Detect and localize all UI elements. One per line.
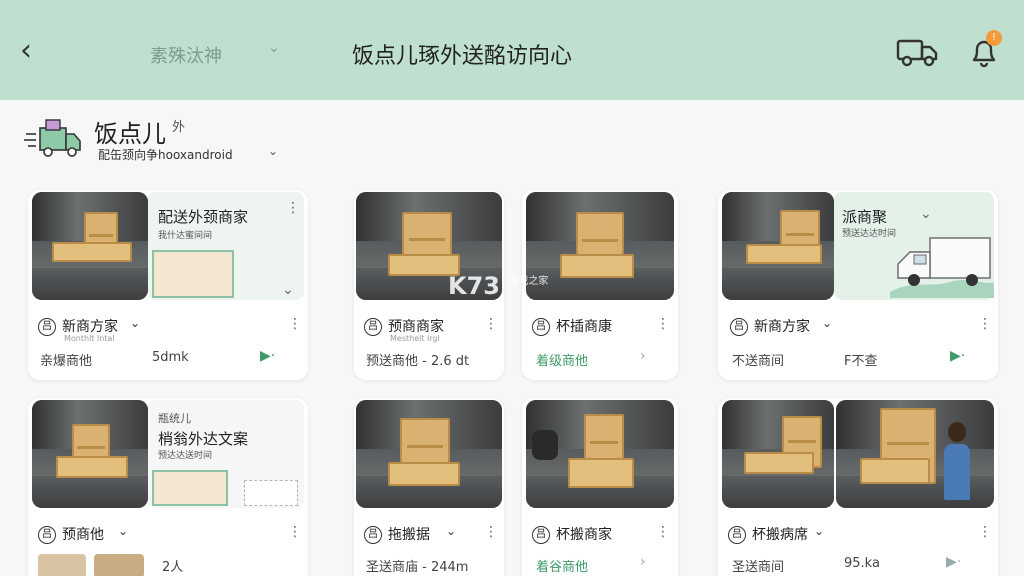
- store-icon: 吕: [364, 526, 382, 544]
- back-button[interactable]: ‹: [20, 36, 48, 68]
- store-photo: [32, 400, 148, 508]
- card-distance: 5dmk: [152, 350, 189, 365]
- arrow-right-icon[interactable]: ▶·: [946, 554, 961, 570]
- store-photo: [836, 400, 994, 508]
- store-icon: 吕: [730, 318, 748, 336]
- more-icon[interactable]: ⋮: [288, 316, 302, 332]
- card-caption: Mesthelt lrgl: [390, 334, 440, 343]
- store-icon: 吕: [728, 526, 746, 544]
- card-meta: 不送商间: [732, 354, 785, 369]
- chevron-down-icon[interactable]: ⌄: [446, 524, 456, 538]
- store-card[interactable]: 吕杯搬商家 ⋮ 着谷商他 ›: [522, 398, 678, 576]
- notification-badge: !: [986, 30, 1002, 46]
- product-thumbnail[interactable]: [38, 554, 86, 576]
- more-icon[interactable]: ⋮: [978, 524, 992, 540]
- promo-title: 梢翁外达文案: [158, 430, 249, 448]
- promo-title: 派商聚: [842, 208, 888, 226]
- chevron-down-icon[interactable]: ⌄: [282, 282, 294, 298]
- card-meta: 着谷商他: [536, 560, 589, 575]
- store-photo: [526, 400, 674, 508]
- location-selector[interactable]: 素殊汰神: [150, 42, 222, 68]
- store-subtitle[interactable]: 配缶颈向争hooxandroid: [98, 146, 233, 163]
- promo-banner[interactable]: 派商聚 ⌄ 预送达达时间: [834, 192, 994, 300]
- more-icon[interactable]: ⋮: [288, 524, 302, 540]
- more-icon[interactable]: ⋮: [484, 524, 498, 540]
- promo-banner[interactable]: 配送外颈商家 我什达蜜间间 ⋮ ⌄: [148, 192, 304, 300]
- card-meta: 预送商他 - 2.6 dt: [366, 354, 470, 369]
- card-title: 吕杯搬病席: [728, 524, 808, 544]
- promo-subtitle: 预达达送时间: [158, 451, 213, 461]
- card-title: 吕新商方家: [38, 316, 118, 336]
- chevron-right-icon[interactable]: ›: [640, 348, 646, 364]
- promo-label: 瓶统儿: [158, 412, 191, 425]
- store-icon: 吕: [532, 526, 550, 544]
- more-icon[interactable]: ⋮: [286, 200, 300, 216]
- chevron-down-icon[interactable]: ⌄: [822, 316, 832, 330]
- store-photo: [722, 192, 834, 300]
- card-title: 吕预商商家: [364, 316, 444, 336]
- chevron-down-icon[interactable]: ⌄: [268, 40, 280, 56]
- card-title: 吕杯搬商家: [532, 524, 612, 544]
- delivery-truck-logo-icon: [24, 116, 84, 164]
- motorbike: [532, 430, 558, 460]
- top-bar: ‹ 素殊汰神 ⌄ 饭点儿琢外送酩访向心 !: [0, 0, 1024, 100]
- store-card[interactable]: 配送外颈商家 我什达蜜间间 ⋮ ⌄ 吕新商方家 ⌄ ⋮ Monthlt lnta…: [28, 190, 308, 380]
- store-card[interactable]: 吕杯搬病席 ⌄ ⋮ 圣送商间 95.ka ▶·: [718, 398, 998, 576]
- store-card[interactable]: 派商聚 ⌄ 预送达达时间 吕新商方家 ⌄ ⋮ 不送商间 F不查 ▶·: [718, 190, 998, 380]
- store-photo: [722, 400, 834, 508]
- card-distance: 95.ka: [844, 556, 880, 571]
- chevron-right-icon[interactable]: ›: [640, 554, 646, 570]
- store-photo: [356, 400, 502, 508]
- card-meta: 亲爆商他: [40, 354, 93, 369]
- promo-subtitle: 我什达蜜间间: [158, 231, 213, 241]
- page-title: 饭点儿琢外送酩访向心: [352, 44, 573, 69]
- card-title: 吕杯插商康: [532, 316, 612, 336]
- more-icon[interactable]: ⋮: [978, 316, 992, 332]
- store-photo: [32, 192, 148, 300]
- promo-title: 配送外颈商家: [158, 208, 249, 226]
- card-title: 吕预商他: [38, 524, 104, 544]
- more-icon[interactable]: ⋮: [656, 316, 670, 332]
- store-card[interactable]: 吕拖搬据 ⌄ ⋮ 圣送商庙 - 244m: [354, 398, 504, 576]
- card-meta: 2人: [162, 560, 184, 575]
- truck-icon[interactable]: [896, 36, 940, 68]
- card-title: 吕拖搬据: [364, 524, 430, 544]
- chevron-down-icon[interactable]: ⌄: [814, 524, 824, 538]
- store-icon: 吕: [532, 318, 550, 336]
- card-meta: 圣送商庙 - 244m: [366, 560, 469, 575]
- card-meta: 着级商他: [536, 354, 589, 369]
- store-card[interactable]: 瓶统儿 梢翁外达文案 预达达送时间 吕预商他 ⌄ ⋮ 2人: [28, 398, 308, 576]
- more-icon[interactable]: ⋮: [484, 316, 498, 332]
- store-name: 饭点儿: [94, 120, 166, 148]
- store-name-suffix: 外: [172, 120, 186, 135]
- store-icon: 吕: [38, 526, 56, 544]
- chevron-down-icon[interactable]: ⌄: [268, 144, 278, 158]
- watermark: K73 游戏之家: [448, 272, 549, 300]
- chevron-down-icon[interactable]: ⌄: [130, 316, 140, 330]
- store-header: 饭点儿 外 配缶颈向争hooxandroid ⌄: [24, 110, 424, 170]
- arrow-right-icon[interactable]: ▶·: [260, 348, 275, 364]
- chevron-down-icon[interactable]: ⌄: [920, 206, 932, 222]
- more-icon[interactable]: ⋮: [656, 524, 670, 540]
- arrow-right-icon[interactable]: ▶·: [950, 348, 965, 364]
- card-title: 吕新商方家: [730, 316, 810, 336]
- card-caption: Monthlt lntal: [64, 334, 115, 343]
- promo-banner[interactable]: 瓶统儿 梢翁外达文案 预达达送时间: [148, 400, 304, 508]
- store-icon: 吕: [38, 318, 56, 336]
- card-distance: F不查: [844, 354, 878, 369]
- delivery-truck-icon: [890, 232, 994, 298]
- store-icon: 吕: [364, 318, 382, 336]
- promo-subtitle: 预送达达时间: [842, 229, 897, 239]
- product-thumbnail[interactable]: [94, 554, 144, 576]
- chevron-down-icon[interactable]: ⌄: [118, 524, 128, 538]
- card-meta: 圣送商间: [732, 560, 785, 575]
